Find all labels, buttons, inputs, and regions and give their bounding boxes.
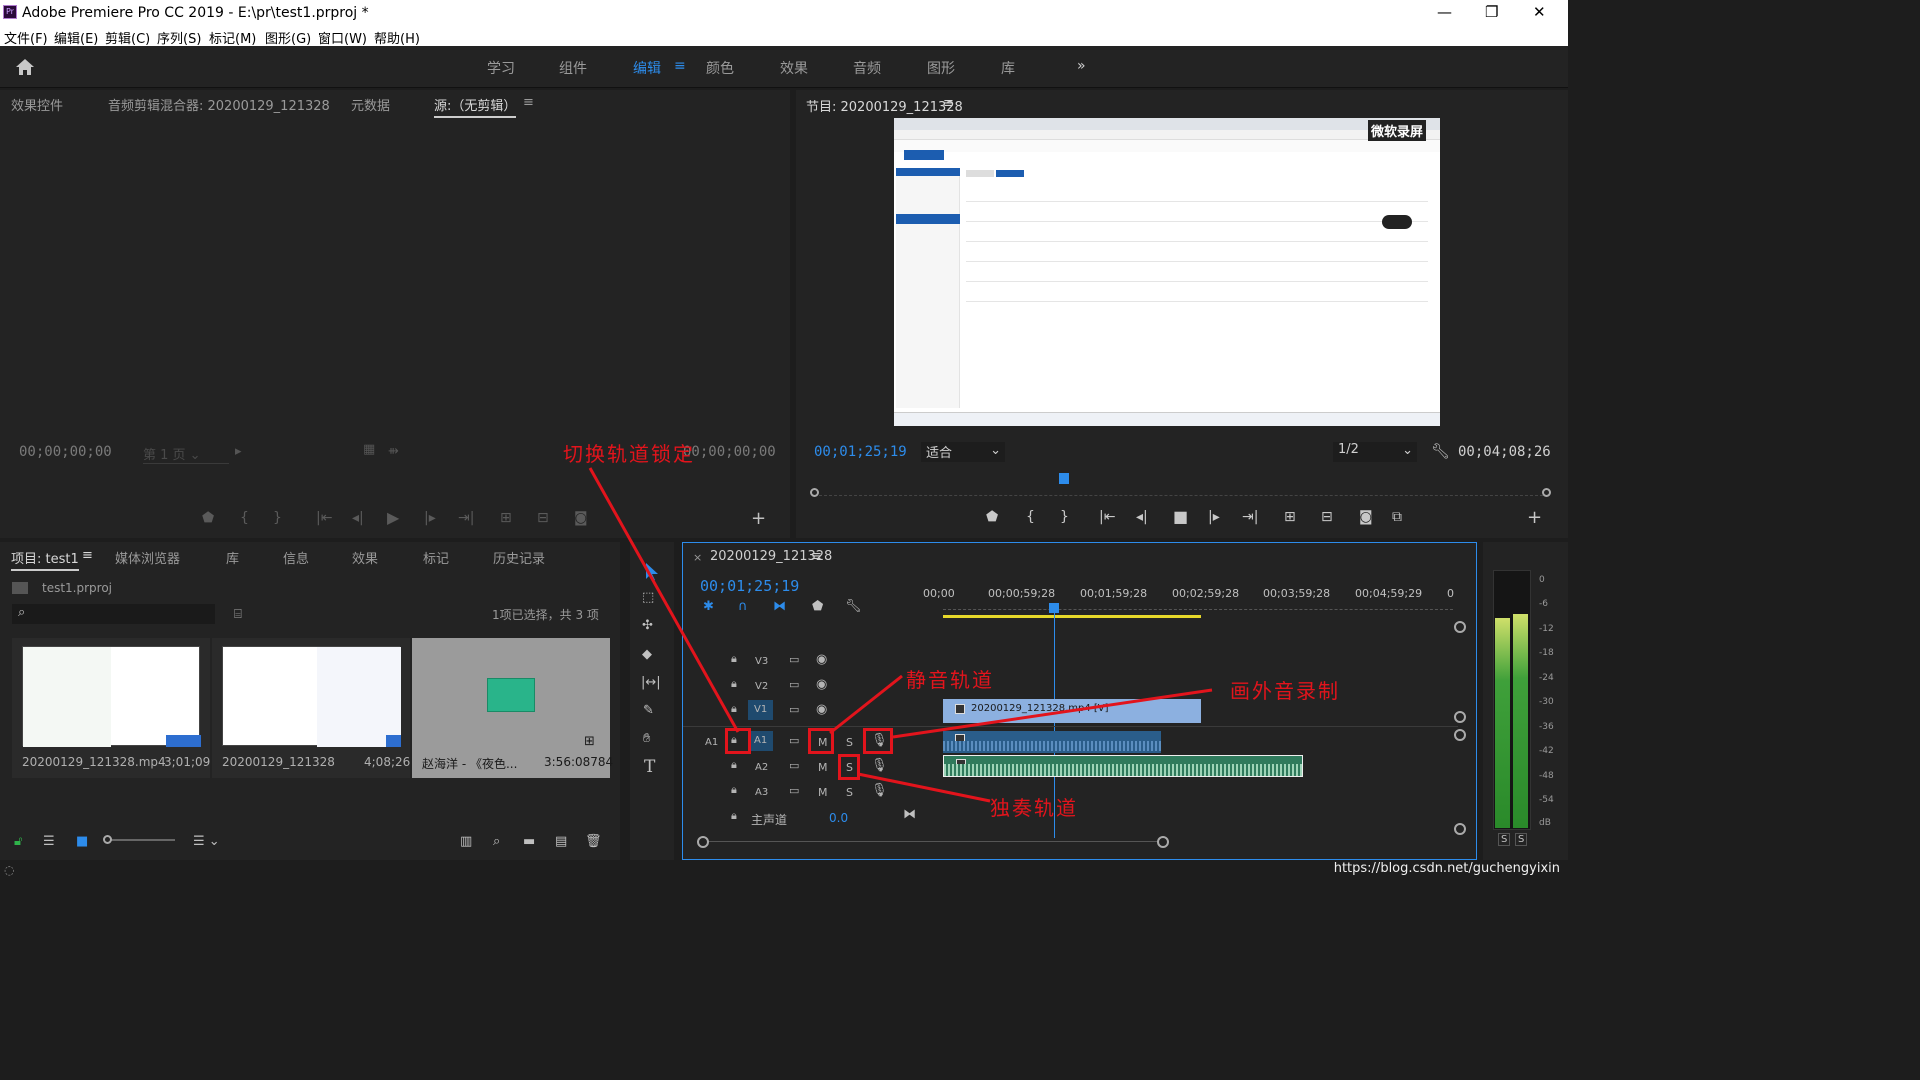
- annotation-arrows: [588, 467, 1213, 803]
- annotation-box-mute: [808, 728, 834, 754]
- annotation-voiceover-label: 画外音录制: [1230, 679, 1340, 703]
- annotation-box-voiceover: [863, 728, 893, 754]
- annotation-lock-label: 切换轨道锁定: [563, 442, 695, 466]
- annotation-box-lock: [725, 728, 751, 754]
- annotation-box-solo: [838, 754, 860, 780]
- annotation-solo-label: 独奏轨道: [990, 796, 1078, 820]
- annotation-mute-label: 静音轨道: [906, 668, 994, 692]
